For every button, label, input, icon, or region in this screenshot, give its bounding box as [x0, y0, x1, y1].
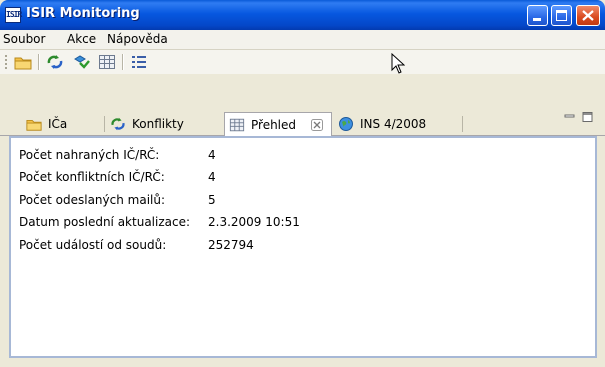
minimize-icon: [533, 18, 541, 21]
table-icon[interactable]: [98, 54, 116, 70]
tab-separator: [104, 116, 105, 132]
window-title: ISIR Monitoring: [26, 6, 140, 21]
overview-label: Počet odeslaných mailů:: [19, 193, 166, 207]
folder-icon[interactable]: [14, 54, 32, 70]
title-bar[interactable]: ISIR ISIR Monitoring: [0, 0, 605, 30]
menu-soubor[interactable]: Soubor: [3, 32, 45, 46]
close-icon: [582, 10, 594, 21]
menu-akce[interactable]: Akce: [67, 32, 96, 46]
toolbar-separator: [38, 54, 40, 70]
overview-label: Počet nahraných IČ/RČ:: [19, 148, 160, 162]
maximize-icon: [556, 10, 567, 21]
sync-icon[interactable]: [73, 54, 91, 70]
conflicts-icon: [111, 117, 125, 131]
tab-ins-4-2008[interactable]: INS 4/2008: [334, 112, 462, 136]
toolbar-separator: [122, 54, 124, 70]
toolbar: [0, 50, 605, 74]
overview-value: 5: [208, 193, 216, 207]
overview-label: Počet konfliktních IČ/RČ:: [19, 170, 165, 184]
table-icon: [229, 118, 245, 132]
tab-label: Přehled: [251, 118, 297, 132]
folder-icon: [26, 120, 42, 131]
toolbar-grip[interactable]: [5, 55, 9, 69]
app-window: ISIR ISIR Monitoring Soubor Akce Nápověd…: [0, 0, 605, 367]
overview-panel: Počet nahraných IČ/RČ: 4 Počet konfliktn…: [9, 136, 597, 358]
conflicts-icon[interactable]: [46, 54, 64, 70]
list-icon[interactable]: [130, 54, 148, 70]
tab-label: INS 4/2008: [360, 117, 427, 131]
minimize-button[interactable]: [527, 5, 548, 26]
globe-icon: [339, 117, 353, 131]
overview-value: 4: [208, 170, 216, 184]
overview-value: 4: [208, 148, 216, 162]
mouse-cursor-icon: [391, 53, 405, 74]
close-tab-icon[interactable]: [311, 119, 323, 131]
close-button[interactable]: [576, 5, 600, 26]
overview-value: 2.3.2009 10:51: [208, 215, 300, 229]
tab-konflikty[interactable]: Konflikty: [106, 112, 222, 136]
tab-label: IČa: [48, 117, 68, 131]
minimize-view-icon[interactable]: [564, 112, 576, 122]
tab-separator: [462, 116, 463, 132]
menu-bar: Soubor Akce Nápověda: [0, 30, 605, 50]
tab-prehled[interactable]: Přehled: [224, 112, 332, 137]
app-icon: ISIR: [5, 7, 22, 23]
tab-label: Konflikty: [132, 117, 184, 131]
menu-napoveda[interactable]: Nápověda: [107, 32, 168, 46]
maximize-button[interactable]: [551, 5, 572, 26]
overview-label: Datum poslední aktualizace:: [19, 215, 191, 229]
overview-label: Počet událostí od soudů:: [19, 238, 167, 252]
toolbar-area-background: [0, 74, 605, 108]
overview-value: 252794: [208, 238, 254, 252]
maximize-view-icon[interactable]: [582, 112, 594, 122]
tab-ica[interactable]: IČa: [22, 112, 114, 136]
